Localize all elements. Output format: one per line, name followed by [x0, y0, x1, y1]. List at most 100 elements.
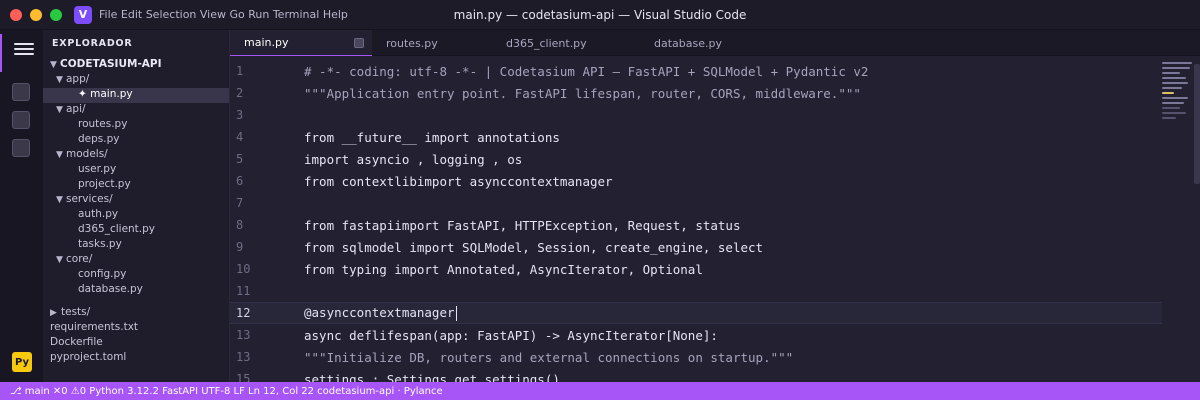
code-text: from contextlibimport asynccontextmanage…: [304, 173, 613, 189]
vertical-scrollbar[interactable]: [1194, 64, 1200, 184]
line-number: 13: [236, 350, 251, 364]
tree-file[interactable]: database.py: [43, 283, 229, 298]
line-number: 5: [236, 152, 244, 166]
line-number: 11: [236, 284, 251, 298]
tree-item-label: project.py: [78, 178, 131, 190]
maximize-window-button[interactable]: [50, 8, 62, 21]
code-line[interactable]: 10 from typing import Annotated, AsyncIte…: [230, 258, 1162, 280]
tab-database-py[interactable]: database.py: [640, 30, 768, 56]
tab-routes-py[interactable]: routes.py: [372, 30, 492, 56]
tree-item-label: pyproject.toml: [50, 351, 127, 363]
tree-file[interactable]: config.py: [43, 268, 229, 283]
line-number: 9: [236, 240, 244, 254]
tree-file[interactable]: requirements.txt: [43, 321, 229, 336]
code-text: from fastapiimport FastAPI, HTTPExceptio…: [304, 217, 741, 233]
close-tab-icon[interactable]: [354, 38, 364, 48]
code-text: from sqlmodel import SQLModel, Session, …: [304, 239, 764, 255]
python-icon[interactable]: Py: [12, 352, 32, 372]
tree-file[interactable]: deps.py: [43, 133, 229, 148]
code-line[interactable]: 7: [230, 192, 1162, 214]
code-line[interactable]: 5 import asyncio , logging , os: [230, 148, 1162, 170]
code-line[interactable]: 4 from __future__ import annotations: [230, 126, 1162, 148]
code-line[interactable]: 13 """Initialize DB, routers and external…: [230, 346, 1162, 368]
code-line[interactable]: 13 async deflifespan(app: FastAPI) -> Asy…: [230, 324, 1162, 346]
explorer-icon: [14, 43, 34, 61]
line-number: 1: [236, 64, 244, 78]
tree-item-label: requirements.txt: [50, 321, 139, 333]
app-logo-icon: V: [74, 5, 92, 24]
tree-folder[interactable]: ▼ services/: [43, 193, 229, 208]
tree-file[interactable]: user.py: [43, 163, 229, 178]
code-line[interactable]: 11: [230, 280, 1162, 302]
status-bar[interactable]: ⎇ main ✕0 ⚠0 Python 3.12.2 FastAPI UTF-8…: [0, 382, 1200, 400]
tree-item-label: tasks.py: [78, 238, 122, 250]
tree-item-label: ✦ main.py: [78, 88, 133, 100]
code-line[interactable]: 1 # -*- coding: utf-8 -*- | Codetasium AP…: [230, 60, 1162, 82]
code-text: @asynccontextmanager: [304, 305, 457, 321]
tree-item-label: core/: [66, 253, 93, 265]
code-text: import asyncio , logging , os: [304, 151, 523, 167]
code-line[interactable]: 3: [230, 104, 1162, 126]
tab-d365-client-py[interactable]: d365_client.py: [492, 30, 640, 56]
search-activity-icon[interactable]: [12, 83, 30, 101]
tree-item-label: models/: [66, 148, 108, 160]
tree-file[interactable]: tasks.py: [43, 238, 229, 253]
code-text: from __future__ import annotations: [304, 129, 560, 145]
explorer-activity-button[interactable]: [0, 34, 43, 72]
tab-main-py[interactable]: main.py: [230, 30, 372, 56]
tree-item-label: deps.py: [78, 133, 120, 145]
tree-file[interactable]: routes.py: [43, 118, 229, 133]
tree-folder[interactable]: ▼ models/: [43, 148, 229, 163]
tab-label: routes.py: [386, 36, 438, 50]
minimap[interactable]: [1162, 62, 1196, 188]
chevron-right-icon: ▶: [50, 308, 57, 318]
close-window-button[interactable]: [10, 8, 22, 21]
tree-file[interactable]: auth.py: [43, 208, 229, 223]
chevron-down-icon: ▼: [56, 195, 63, 205]
tree-folder[interactable]: ▼ app/: [43, 73, 229, 88]
window-controls: [10, 8, 62, 21]
tree-item-label: app/: [66, 73, 90, 85]
code-line[interactable]: 9 from sqlmodel import SQLModel, Session,…: [230, 236, 1162, 258]
extensions-activity-icon[interactable]: [12, 139, 30, 157]
code-line[interactable]: 12 @asynccontextmanager: [230, 302, 1162, 324]
tree-item-label: auth.py: [78, 208, 119, 220]
tab-label: d365_client.py: [506, 36, 587, 50]
code-text: async deflifespan(app: FastAPI) -> Async…: [304, 327, 718, 343]
source-control-activity-icon[interactable]: [12, 111, 30, 129]
line-number: 2: [236, 86, 244, 100]
tree-file[interactable]: ✦ main.py: [43, 88, 229, 103]
tree-file[interactable]: d365_client.py: [43, 223, 229, 238]
line-number: 7: [236, 196, 244, 210]
code-text: settings : Settings get_settings(): [304, 371, 560, 383]
code-editor[interactable]: 1 # -*- coding: utf-8 -*- | Codetasium AP…: [230, 56, 1200, 382]
tree-folder[interactable]: ▶ tests/: [43, 306, 229, 321]
tree-folder[interactable]: ▼ core/: [43, 253, 229, 268]
tree-root-folder[interactable]: ▼ CODETASIUM-API: [43, 56, 229, 73]
tree-file[interactable]: project.py: [43, 178, 229, 193]
tree-item-label: d365_client.py: [78, 223, 156, 235]
code-line[interactable]: 15 settings : Settings get_settings(): [230, 368, 1162, 383]
tree-item-label: database.py: [78, 283, 143, 295]
chevron-down-icon: ▼: [56, 255, 63, 265]
code-line[interactable]: 8 from fastapiimport FastAPI, HTTPExcepti…: [230, 214, 1162, 236]
tree-folder[interactable]: ▼ api/: [43, 103, 229, 118]
line-number: 6: [236, 174, 244, 188]
tree-file[interactable]: pyproject.toml: [43, 351, 229, 366]
tree-item-label: api/: [66, 103, 86, 115]
tab-label: database.py: [654, 36, 722, 50]
tree-file[interactable]: Dockerfile: [43, 336, 229, 351]
explorer-header: EXPLORADOR: [52, 37, 133, 49]
menu-bar[interactable]: File Edit Selection View Go Run Terminal…: [99, 8, 348, 21]
title-bar: V File Edit Selection View Go Run Termin…: [0, 0, 1200, 30]
code-text: """Initialize DB, routers and external c…: [304, 349, 794, 365]
line-number: 4: [236, 130, 244, 144]
code-line[interactable]: 2 """Application entry point. FastAPI lif…: [230, 82, 1162, 104]
code-line[interactable]: 6 from contextlibimport asynccontextmanag…: [230, 170, 1162, 192]
line-number: 12: [236, 306, 251, 320]
minimize-window-button[interactable]: [30, 8, 42, 21]
tab-label: main.py: [244, 36, 289, 49]
tree-item-label: Dockerfile: [50, 336, 103, 348]
explorer-sidebar: EXPLORADOR ▼ CODETASIUM-API ▼ app/✦ main.p…: [43, 30, 230, 382]
chevron-down-icon: ▼: [56, 75, 63, 85]
